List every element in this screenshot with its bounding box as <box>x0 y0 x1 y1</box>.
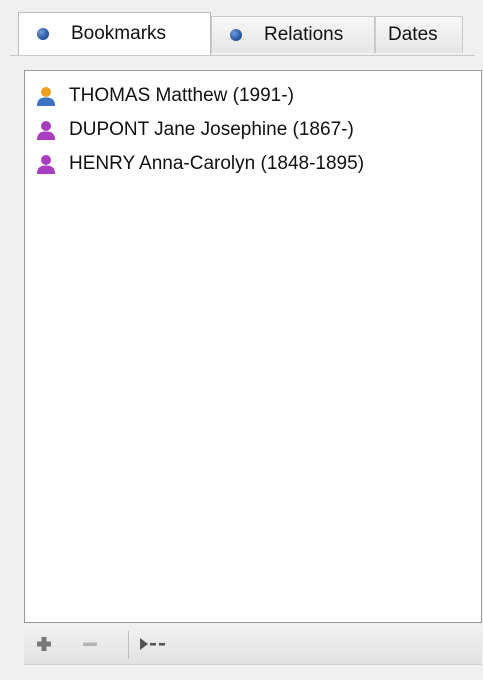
bookmarks-panel: Bookmarks Relations Dates THOMAS Matthew… <box>0 0 483 680</box>
tab-bookmarks[interactable]: Bookmarks <box>18 12 211 55</box>
person-female-icon <box>37 121 55 140</box>
remove-button[interactable] <box>76 631 104 657</box>
bookmark-label: DUPONT Jane Josephine (1867-) <box>69 119 354 140</box>
tab-dates[interactable]: Dates <box>375 16 463 53</box>
tab-bar: Bookmarks Relations Dates <box>10 12 475 56</box>
bookmark-label: THOMAS Matthew (1991-) <box>69 85 294 106</box>
bookmark-label: HENRY Anna-Carolyn (1848-1895) <box>69 153 365 174</box>
dot-icon <box>37 28 49 40</box>
dot-icon <box>230 29 242 41</box>
tab-relations[interactable]: Relations <box>211 16 375 53</box>
tab-label: Dates <box>388 24 438 45</box>
add-button[interactable] <box>30 631 58 657</box>
arrow-dash-icon <box>140 638 165 650</box>
list-toolbar <box>24 623 482 665</box>
list-item[interactable]: THOMAS Matthew (1991-) <box>25 79 481 113</box>
person-male-icon <box>37 87 55 106</box>
toolbar-separator <box>128 631 129 659</box>
minus-icon <box>83 642 97 646</box>
person-female-icon <box>37 155 55 174</box>
tab-divider <box>10 55 475 56</box>
plus-icon <box>37 637 51 651</box>
list-item[interactable]: HENRY Anna-Carolyn (1848-1895) <box>25 147 481 181</box>
go-to-button[interactable] <box>136 631 176 657</box>
list-item[interactable]: DUPONT Jane Josephine (1867-) <box>25 113 481 147</box>
bookmark-list[interactable]: THOMAS Matthew (1991-) DUPONT Jane Josep… <box>24 70 482 623</box>
tab-label: Bookmarks <box>71 23 167 44</box>
tab-label: Relations <box>264 24 344 45</box>
